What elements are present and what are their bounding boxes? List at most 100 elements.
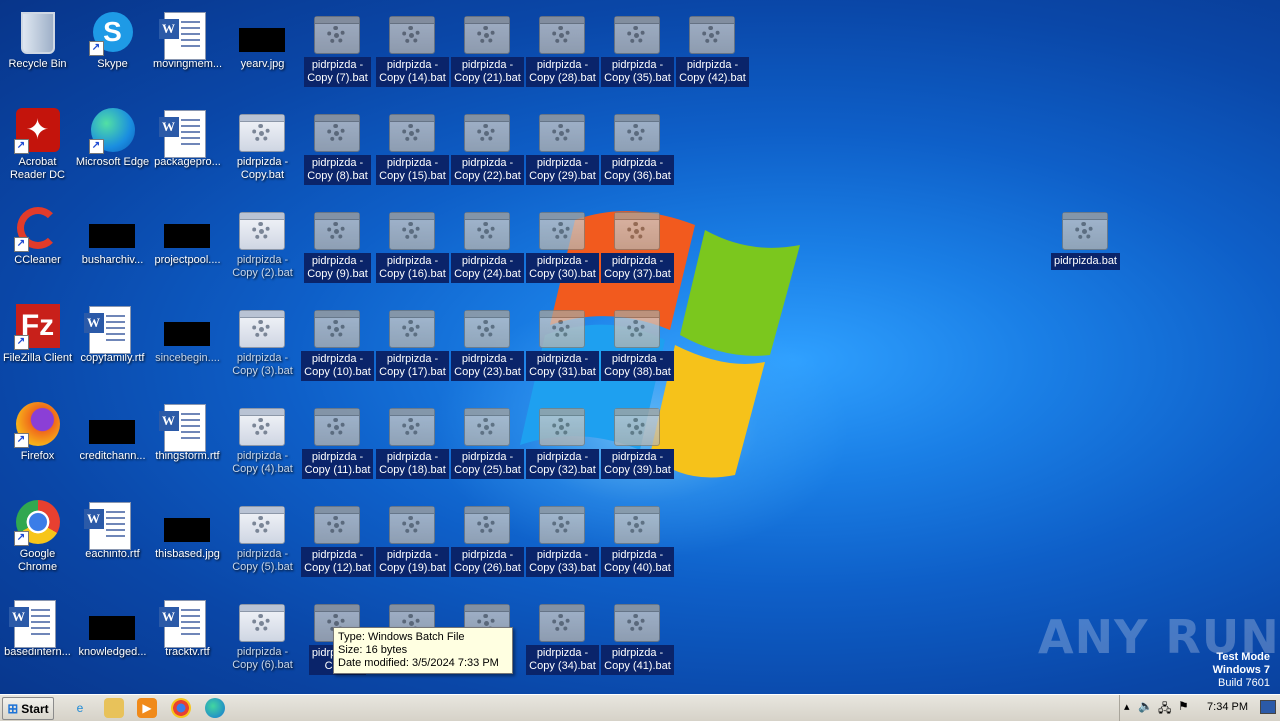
desktop-icon[interactable]: pidrpizda - Copy (12).bat: [300, 492, 375, 584]
speaker-icon[interactable]: 🔈: [1138, 699, 1153, 713]
desktop-icon[interactable]: Fz ↗ FileZilla Client: [0, 296, 75, 388]
desktop-icon[interactable]: pidrpizda - Copy (7).bat: [300, 2, 375, 94]
image-thumbnail: [88, 596, 137, 644]
desktop-icon[interactable]: pidrpizda - Copy (8).bat: [300, 100, 375, 192]
image-thumbnail: [163, 302, 212, 350]
desktop-icon[interactable]: pidrpizda - Copy (6).bat: [225, 590, 300, 682]
edge-icon[interactable]: [205, 698, 225, 718]
desktop-icon[interactable]: pidrpizda - Copy (26).bat: [450, 492, 525, 584]
desktop-icon[interactable]: pidrpizda - Copy (32).bat: [525, 394, 600, 486]
desktop-icon-label: Google Chrome: [17, 548, 58, 573]
desktop-icon[interactable]: Weachinfo.rtf: [75, 492, 150, 584]
internet-explorer-icon[interactable]: e: [70, 698, 90, 718]
desktop-icon[interactable]: pidrpizda - Copy (38).bat: [600, 296, 675, 388]
media-player-icon[interactable]: ▶: [137, 698, 157, 718]
file-explorer-icon[interactable]: [104, 698, 124, 718]
desktop-icon-label: pidrpizda - Copy (5).bat: [232, 548, 293, 573]
desktop-icon[interactable]: pidrpizda - Copy (17).bat: [375, 296, 450, 388]
desktop-icon[interactable]: creditchann...: [75, 394, 150, 486]
batch-file-icon: [613, 302, 662, 350]
desktop-icon[interactable]: ✦ ↗ Acrobat Reader DC: [0, 100, 75, 192]
desktop-icon[interactable]: pidrpizda - Copy (5).bat: [225, 492, 300, 584]
shortcut-arrow-icon: ↗: [13, 433, 29, 448]
desktop-icon[interactable]: pidrpizda - Copy (36).bat: [600, 100, 675, 192]
desktop-icon[interactable]: ↗ Firefox: [0, 394, 75, 486]
desktop-icon[interactable]: ↗ Microsoft Edge: [75, 100, 150, 192]
desktop-icon[interactable]: yearv.jpg: [225, 2, 300, 94]
desktop-icon-label: creditchann...: [79, 450, 146, 462]
desktop-icon[interactable]: knowledged...: [75, 590, 150, 682]
shortcut-arrow-icon: ↗: [13, 139, 29, 154]
desktop-icon[interactable]: pidrpizda - Copy (30).bat: [525, 198, 600, 290]
desktop-icon-label: FileZilla Client: [2, 352, 73, 364]
desktop-icon[interactable]: pidrpizda - Copy (3).bat: [225, 296, 300, 388]
desktop-icon-label: CCleaner: [14, 254, 61, 266]
desktop-icon[interactable]: sincebegin....: [150, 296, 225, 388]
desktop-icon[interactable]: Wpackagepro...: [150, 100, 225, 192]
desktop-icon[interactable]: pidrpizda - Copy (42).bat: [675, 2, 750, 94]
desktop-icon[interactable]: Wmovingmem...: [150, 2, 225, 94]
desktop-icon[interactable]: pidrpizda - Copy (21).bat: [450, 2, 525, 94]
desktop-icon[interactable]: pidrpizda - Copy (35).bat: [600, 2, 675, 94]
desktop-icon[interactable]: pidrpizda - Copy (37).bat: [600, 198, 675, 290]
desktop-icon[interactable]: thisbased.jpg: [150, 492, 225, 584]
batch-file-icon: [238, 400, 287, 448]
batch-file-icon: [463, 400, 512, 448]
action-center-flag-icon[interactable]: ⚑: [1178, 699, 1189, 713]
clock[interactable]: 7:34 PM: [1207, 701, 1248, 713]
desktop-icon-label: Firefox: [20, 450, 55, 462]
shortcut-arrow-icon: ↗: [13, 237, 29, 252]
desktop-icon[interactable]: S ↗ Skype: [75, 2, 150, 94]
desktop-icon[interactable]: Recycle Bin: [0, 2, 75, 94]
desktop-icon[interactable]: ↗ Google Chrome: [0, 492, 75, 584]
desktop-icon[interactable]: pidrpizda - Copy (25).bat: [450, 394, 525, 486]
desktop-icon[interactable]: pidrpizda - Copy (19).bat: [375, 492, 450, 584]
desktop-icon[interactable]: Wbasedintern...: [0, 590, 75, 682]
desktop-icon-label: pidrpizda - Copy (40).bat: [601, 547, 674, 577]
desktop-icon[interactable]: busharchiv...: [75, 198, 150, 290]
chevron-up-icon[interactable]: ▴: [1124, 700, 1130, 713]
desktop-icon[interactable]: pidrpizda - Copy (10).bat: [300, 296, 375, 388]
desktop-icon[interactable]: pidrpizda - Copy (23).bat: [450, 296, 525, 388]
desktop-icon[interactable]: pidrpizda - Copy (11).bat: [300, 394, 375, 486]
batch-file-icon: [538, 498, 587, 546]
start-button[interactable]: ⊞ Start: [2, 697, 54, 720]
image-thumbnail: [163, 498, 212, 546]
batch-file-icon: [613, 204, 662, 252]
batch-file-icon: [388, 204, 437, 252]
desktop-icon[interactable]: Wtracktv.rtf: [150, 590, 225, 682]
desktop-icon[interactable]: pidrpizda - Copy (28).bat: [525, 2, 600, 94]
desktop-icon[interactable]: pidrpizda - Copy (39).bat: [600, 394, 675, 486]
desktop-icon[interactable]: pidrpizda - Copy (2).bat: [225, 198, 300, 290]
desktop-icon[interactable]: projectpool....: [150, 198, 225, 290]
desktop-icon[interactable]: pidrpizda - Copy (22).bat: [450, 100, 525, 192]
show-desktop-icon[interactable]: [1260, 700, 1276, 714]
chrome-icon[interactable]: [171, 698, 191, 718]
desktop-icon[interactable]: Wcopyfamily.rtf: [75, 296, 150, 388]
desktop-icon[interactable]: pidrpizda - Copy (14).bat: [375, 2, 450, 94]
desktop-icon[interactable]: pidrpizda - Copy (31).bat: [525, 296, 600, 388]
desktop-icon[interactable]: pidrpizda - Copy (40).bat: [600, 492, 675, 584]
network-icon[interactable]: 🖧: [1158, 699, 1171, 720]
desktop-icon[interactable]: pidrpizda - Copy (18).bat: [375, 394, 450, 486]
batch-file-icon: [538, 400, 587, 448]
desktop-icon[interactable]: pidrpizda - Copy (24).bat: [450, 198, 525, 290]
tooltip-date-modified: Date modified: 3/5/2024 7:33 PM: [338, 657, 499, 669]
desktop-icon[interactable]: ↗ CCleaner: [0, 198, 75, 290]
desktop-icon-label: pidrpizda - Copy (16).bat: [376, 253, 449, 283]
desktop-icon[interactable]: pidrpizda - Copy (15).bat: [375, 100, 450, 192]
desktop-icon[interactable]: pidrpizda - Copy (4).bat: [225, 394, 300, 486]
desktop-icon-label: pidrpizda - Copy (41).bat: [601, 645, 674, 675]
desktop-icon-label: pidrpizda - Copy (37).bat: [601, 253, 674, 283]
desktop-icon[interactable]: pidrpizda - Copy (9).bat: [300, 198, 375, 290]
desktop-icon[interactable]: Wthingsform.rtf: [150, 394, 225, 486]
desktop-icon[interactable]: pidrpizda - Copy (16).bat: [375, 198, 450, 290]
desktop-icon[interactable]: pidrpizda - Copy (29).bat: [525, 100, 600, 192]
word-doc-icon: W: [158, 106, 212, 158]
desktop-icon[interactable]: pidrpizda - Copy.bat: [225, 100, 300, 192]
desktop-icon[interactable]: pidrpizda - Copy (34).bat: [525, 590, 600, 682]
desktop-icon[interactable]: pidrpizda - Copy (33).bat: [525, 492, 600, 584]
desktop-icon[interactable]: pidrpizda.bat: [1048, 198, 1123, 290]
desktop-icon[interactable]: pidrpizda - Copy (41).bat: [600, 590, 675, 682]
desktop-icon-label: pidrpizda - Copy (4).bat: [232, 450, 293, 475]
